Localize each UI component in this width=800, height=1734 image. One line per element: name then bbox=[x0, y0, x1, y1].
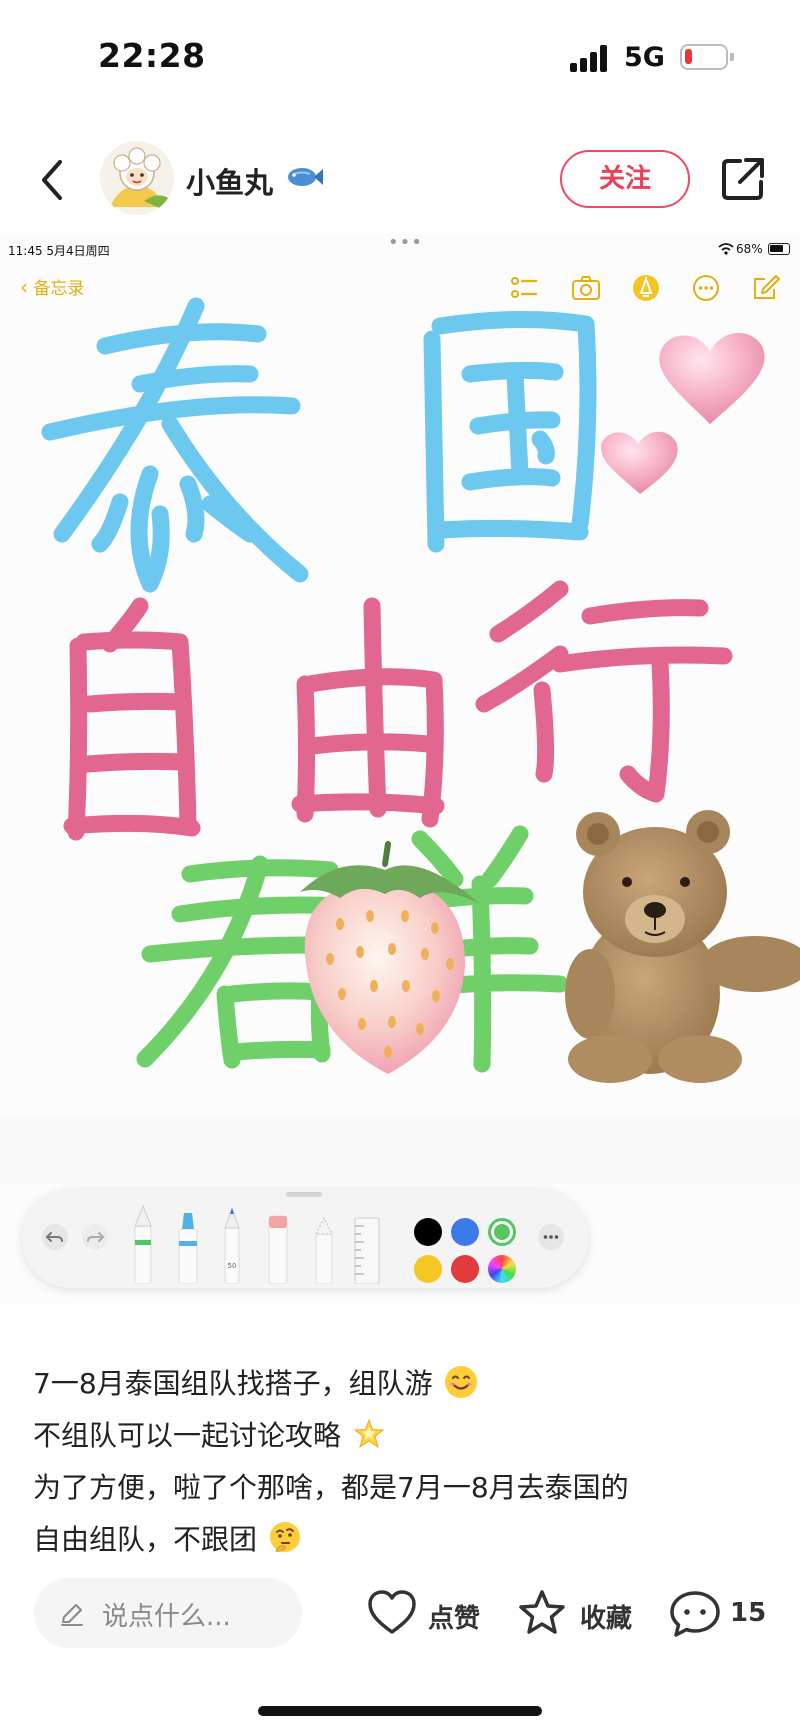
fish-icon bbox=[288, 168, 323, 186]
ruler-tool-icon[interactable] bbox=[352, 1216, 382, 1284]
post-caption: 7一8月泰国组队找搭子，组队游 不组队可以一起讨论攻略 为了方便，啦了个那啥，都… bbox=[33, 1358, 773, 1566]
home-indicator[interactable] bbox=[258, 1706, 542, 1716]
caption-text: 为了方便，啦了个那啥，都是7月一8月去泰国的 bbox=[33, 1471, 629, 1504]
color-swatch-black[interactable] bbox=[414, 1218, 442, 1246]
handwriting-zi bbox=[63, 597, 201, 841]
comment-input[interactable]: 说点什么... bbox=[34, 1578, 302, 1648]
handwriting-guo bbox=[423, 310, 597, 553]
caption-line: 不组队可以一起讨论攻略 bbox=[33, 1410, 773, 1462]
heart-stickers bbox=[600, 333, 765, 494]
pen-size-label: 50 bbox=[228, 1262, 237, 1270]
network-type: 5G bbox=[624, 42, 665, 73]
comment-bubble-icon bbox=[670, 1591, 720, 1637]
star-icon bbox=[519, 1590, 565, 1634]
caption-text: 7一8月泰国组队找搭子，组队游 bbox=[33, 1367, 433, 1400]
smile-emoji-icon bbox=[444, 1366, 477, 1398]
battery-icon bbox=[680, 44, 734, 70]
chevron-left-icon bbox=[42, 160, 62, 200]
caption-line: 为了方便，啦了个那啥，都是7月一8月去泰国的 bbox=[33, 1462, 773, 1514]
author-name[interactable]: 小鱼丸 bbox=[186, 160, 273, 202]
palette-grabber[interactable] bbox=[286, 1192, 322, 1197]
redo-icon[interactable] bbox=[80, 1222, 110, 1252]
eraser-tool-icon[interactable] bbox=[265, 1212, 291, 1284]
handwriting-canvas bbox=[0, 297, 800, 1184]
undo-icon[interactable] bbox=[40, 1222, 70, 1252]
status-time: 22:28 bbox=[98, 36, 206, 75]
pencil-tool-icon[interactable]: 50 bbox=[219, 1206, 245, 1284]
palette-more-icon[interactable] bbox=[536, 1222, 566, 1252]
color-picker-wheel[interactable] bbox=[488, 1255, 516, 1283]
color-swatch-red[interactable] bbox=[451, 1255, 479, 1283]
thinking-emoji-icon bbox=[269, 1522, 300, 1552]
color-swatch-green-selected[interactable] bbox=[488, 1218, 516, 1246]
caption-text: 不组队可以一起讨论攻略 bbox=[33, 1419, 342, 1452]
share-button[interactable] bbox=[716, 152, 770, 206]
like-button[interactable]: 点赞 bbox=[366, 1580, 486, 1646]
color-swatch-yellow[interactable] bbox=[414, 1255, 442, 1283]
pen-tool-icon[interactable] bbox=[130, 1204, 156, 1284]
note-image[interactable]: 11:45 5月4日周四 ••• 68% ‹ 备忘录 50 bbox=[0, 234, 800, 1304]
handwriting-tai bbox=[41, 297, 309, 593]
glowing-star-emoji-icon bbox=[353, 1418, 385, 1449]
share-icon bbox=[722, 158, 764, 200]
follow-button[interactable]: 关注 bbox=[560, 150, 690, 208]
back-button[interactable] bbox=[30, 150, 78, 210]
handwriting-xing bbox=[475, 580, 733, 803]
avatar[interactable] bbox=[100, 141, 174, 215]
color-swatch-blue[interactable] bbox=[451, 1218, 479, 1246]
bottom-action-bar: 说点什么... 点赞 收藏 15 bbox=[0, 1558, 800, 1734]
handwriting-you bbox=[291, 597, 445, 828]
selected-swatch-inner bbox=[494, 1224, 510, 1240]
caption-line: 7一8月泰国组队找搭子，组队游 bbox=[33, 1358, 773, 1410]
sheep-avatar-icon bbox=[100, 141, 174, 215]
post-header: 小鱼丸 关注 bbox=[0, 130, 800, 230]
comment-count: 15 bbox=[730, 1598, 767, 1628]
lasso-tool-icon[interactable] bbox=[311, 1216, 337, 1284]
comment-placeholder: 说点什么... bbox=[102, 1602, 231, 1632]
signal-icon bbox=[570, 44, 612, 72]
status-bar: 22:28 5G bbox=[0, 0, 800, 118]
comment-button[interactable]: 15 bbox=[668, 1580, 778, 1646]
marker-tool-icon[interactable] bbox=[175, 1209, 201, 1284]
collect-label: 收藏 bbox=[580, 1604, 633, 1634]
heart-icon bbox=[368, 1590, 416, 1634]
teddy-bear-sticker bbox=[565, 810, 800, 1083]
caption-text: 自由组队，不跟团 bbox=[33, 1523, 258, 1556]
like-label: 点赞 bbox=[428, 1604, 481, 1634]
pencil-icon bbox=[61, 1604, 83, 1626]
collect-button[interactable]: 收藏 bbox=[516, 1580, 646, 1646]
